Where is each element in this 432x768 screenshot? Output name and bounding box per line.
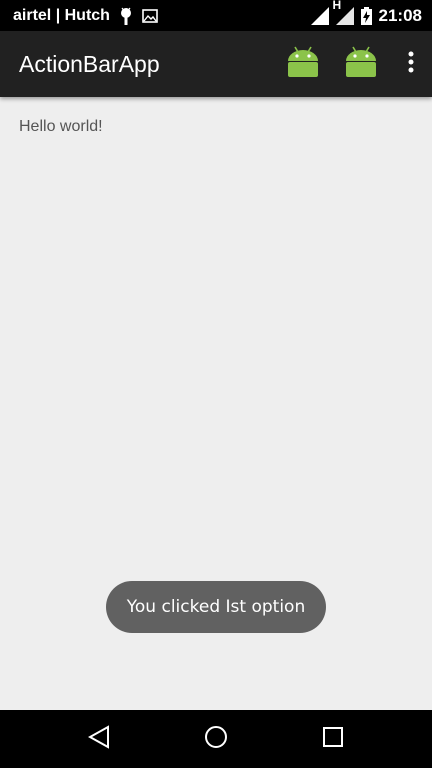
home-button[interactable] bbox=[186, 710, 246, 768]
status-bar-right: H 21:08 bbox=[310, 0, 422, 26]
carrier-label: airtel | Hutch bbox=[13, 6, 110, 24]
app-title: ActionBarApp bbox=[19, 50, 160, 77]
battery-charging-icon bbox=[360, 6, 372, 25]
clock: 21:08 bbox=[378, 5, 422, 25]
recents-button[interactable] bbox=[303, 710, 363, 768]
back-button[interactable] bbox=[69, 710, 129, 768]
back-icon bbox=[87, 724, 110, 754]
overflow-menu-button[interactable] bbox=[390, 31, 432, 97]
image-notification-icon bbox=[142, 8, 158, 23]
android-notification-icon bbox=[118, 7, 134, 25]
action-button-1[interactable] bbox=[274, 31, 332, 97]
status-bar: airtel | Hutch H 21:08 bbox=[0, 0, 432, 31]
recents-icon bbox=[323, 726, 344, 752]
network-type-label: H bbox=[332, 0, 342, 12]
action-bar-actions bbox=[274, 31, 432, 97]
toast-message: You clicked Ist option bbox=[126, 597, 306, 617]
more-vert-icon bbox=[408, 51, 414, 78]
action-button-2[interactable] bbox=[332, 31, 390, 97]
action-bar: ActionBarApp bbox=[0, 31, 432, 97]
hello-text: Hello world! bbox=[19, 118, 103, 135]
signal-icon bbox=[310, 6, 329, 25]
signal-h-icon: H bbox=[333, 0, 354, 25]
status-bar-left: airtel | Hutch bbox=[13, 7, 158, 25]
navigation-bar bbox=[0, 710, 432, 768]
android-icon bbox=[286, 45, 320, 84]
home-icon bbox=[204, 725, 228, 754]
android-icon bbox=[344, 45, 378, 84]
toast: You clicked Ist option bbox=[106, 581, 326, 633]
